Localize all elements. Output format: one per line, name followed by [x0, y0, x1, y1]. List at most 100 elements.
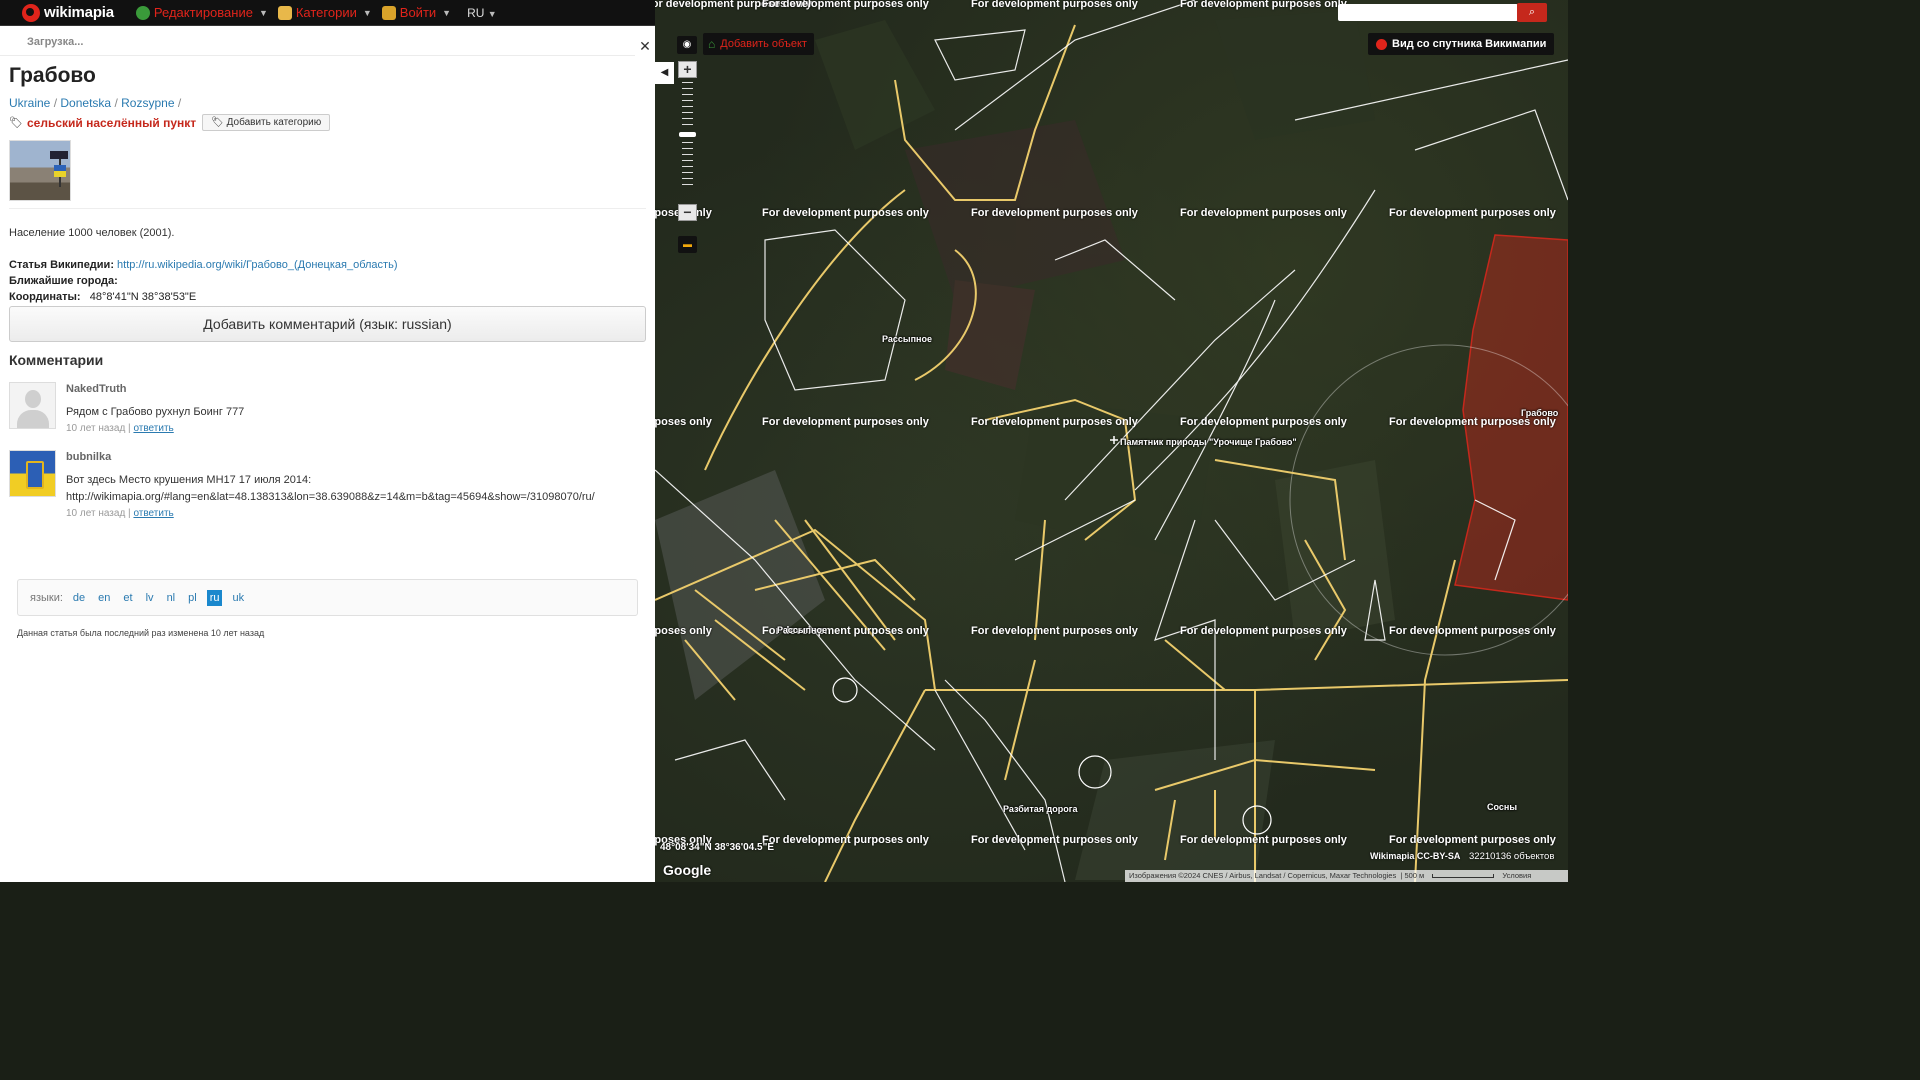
zoom-tick	[682, 94, 693, 95]
place-panel: Загрузка... ✕ Грабово Ukraine / Donetska…	[0, 26, 655, 882]
watermark-text: For development purposes only	[1180, 207, 1347, 219]
zoom-tick	[682, 118, 693, 119]
comment-meta: 10 лет назад | ответить	[66, 423, 174, 434]
population-text: Население 1000 человек (2001).	[9, 227, 175, 239]
chevron-down-icon: ▼	[487, 8, 497, 19]
map-place-label[interactable]: Памятник природы "Урочище Грабово"	[1120, 437, 1297, 447]
watermark-text: For development purposes only	[762, 834, 929, 846]
watermark-text: For development purposes only	[971, 207, 1138, 219]
add-category-button[interactable]: 🏷 Добавить категорию	[202, 114, 331, 131]
target-icon: ◉	[682, 39, 692, 50]
last-modified-text: Данная статья была последний раз изменен…	[17, 628, 265, 638]
language-link-pl[interactable]: pl	[185, 590, 200, 606]
map-place-label[interactable]: Грабово	[1521, 408, 1558, 418]
zoom-tick	[682, 82, 693, 83]
languages-label: языки:	[30, 591, 63, 604]
breadcrumb-separator: /	[53, 96, 58, 110]
watermark-text: For development purposes only	[655, 625, 712, 637]
page-title: Грабово	[9, 64, 96, 87]
default-avatar[interactable]	[9, 382, 56, 429]
wikimapia-logo[interactable]: wikimapia	[22, 3, 114, 22]
globe-icon	[135, 5, 150, 20]
map-place-label[interactable]: Рассыпное	[882, 334, 932, 344]
license-text[interactable]: Wikimapia CC-BY-SA	[1370, 851, 1460, 861]
add-object-button[interactable]: ⌂ Добавить объект	[703, 33, 814, 55]
add-place-icon: ⌂	[708, 37, 716, 51]
zoom-tick	[682, 154, 693, 155]
menu-categories[interactable]: Категории ▼	[277, 5, 372, 20]
watermark-text: For development purposes only	[1180, 834, 1347, 846]
satellite-view-button[interactable]: Вид со спутника Викимапии	[1368, 33, 1555, 55]
search-icon: ⌕	[1528, 6, 1536, 18]
language-link-en[interactable]: en	[95, 590, 113, 606]
language-link-de[interactable]: de	[70, 590, 88, 606]
watermark-text: For development purposes only	[971, 416, 1138, 428]
wiki-link[interactable]: http://ru.wikipedia.org/wiki/Грабово_(До…	[117, 259, 397, 271]
menu-edit[interactable]: Редактирование ▼	[135, 5, 268, 20]
collapse-panel-button[interactable]: ◀	[655, 62, 674, 84]
zoom-control[interactable]: + −	[678, 61, 697, 221]
menu-login[interactable]: Войти ▼	[381, 5, 451, 20]
language-link-et[interactable]: et	[120, 590, 135, 606]
zoom-tick	[682, 172, 693, 173]
tag-icon: 🏷	[9, 117, 23, 129]
reply-link[interactable]: ответить	[133, 423, 173, 434]
zoom-tick	[682, 124, 693, 125]
ukraine-flag-avatar[interactable]	[9, 450, 56, 497]
zoom-slider-handle[interactable]	[679, 132, 696, 137]
place-photo-thumbnail[interactable]	[9, 140, 71, 201]
zoom-tick	[682, 148, 693, 149]
watermark-text: For development purposes only	[1389, 207, 1556, 219]
map-place-label[interactable]: Рассыпное	[777, 625, 827, 635]
logo-text: wikimapia	[44, 4, 114, 21]
wikimapia-logo-icon	[1376, 38, 1387, 50]
breadcrumb-link-rozsypne[interactable]: Rozsypne	[121, 96, 174, 110]
layers-button[interactable]: ▬	[678, 236, 697, 253]
watermark-text: For development purposes only	[1180, 416, 1347, 428]
watermark-text: For development purposes only	[1389, 834, 1556, 846]
comment-time: 10 лет назад	[66, 508, 126, 519]
language-link-nl[interactable]: nl	[164, 590, 179, 606]
wiki-label: Статья Википедии:	[9, 259, 114, 271]
category-link[interactable]: сельский населённый пункт	[27, 116, 196, 130]
satellite-map[interactable]: For development purposes only For develo…	[655, 0, 1568, 882]
watermark-text: For development purposes only	[1180, 625, 1347, 637]
categories-icon	[277, 5, 292, 20]
menu-login-label: Войти	[399, 5, 437, 20]
language-select[interactable]: RU ▼	[467, 6, 497, 20]
login-icon	[381, 5, 396, 20]
add-comment-button[interactable]: Добавить комментарий (язык: russian)	[9, 306, 646, 342]
top-bar: wikimapia Редактирование ▼ Категории ▼ В…	[0, 0, 655, 26]
watermark-text: For development purposes only	[762, 207, 929, 219]
comment-text: Вот здесь Место крушения МН17 17 июля 20…	[66, 472, 595, 506]
breadcrumb: Ukraine / Donetska / Rozsypne /	[9, 96, 655, 110]
zoom-tick	[682, 142, 693, 143]
language-link-uk[interactable]: uk	[229, 590, 247, 606]
objects-count: 32210136 объектов	[1469, 851, 1555, 862]
zoom-out-button[interactable]: −	[678, 204, 697, 221]
round-object	[832, 677, 858, 703]
chevron-down-icon: ▼	[362, 7, 372, 18]
breadcrumb-link-donetska[interactable]: Donetska	[60, 96, 111, 110]
photo-road-sign	[50, 151, 68, 159]
zoom-tick	[682, 112, 693, 113]
language-link-lv[interactable]: lv	[143, 590, 157, 606]
coordinates-label: Координаты:	[9, 291, 81, 303]
close-panel-button[interactable]: ✕	[635, 36, 655, 56]
reply-link[interactable]: ответить	[133, 508, 173, 519]
locate-button[interactable]: ◉	[677, 36, 697, 54]
search-input[interactable]	[1338, 4, 1518, 21]
search-button[interactable]: ⌕	[1517, 3, 1547, 22]
comment-text-url: http://wikimapia.org/#lang=en&lat=48.138…	[66, 491, 595, 503]
breadcrumb-link-ukraine[interactable]: Ukraine	[9, 96, 50, 110]
photo-flag	[54, 165, 66, 177]
zoom-slider[interactable]	[678, 78, 697, 188]
comment-author[interactable]: bubnilka	[66, 451, 595, 463]
zoom-in-button[interactable]: +	[678, 61, 697, 78]
terms-link[interactable]: Условия	[1502, 871, 1531, 880]
language-link-ru[interactable]: ru	[206, 589, 223, 606]
comment-author[interactable]: NakedTruth	[66, 383, 244, 395]
map-place-label[interactable]: Разбитая дорога	[1003, 804, 1077, 814]
attribution-text: Изображения ©2024 CNES / Airbus, Landsat…	[1129, 871, 1397, 880]
map-place-label[interactable]: Сосны	[1487, 802, 1517, 812]
